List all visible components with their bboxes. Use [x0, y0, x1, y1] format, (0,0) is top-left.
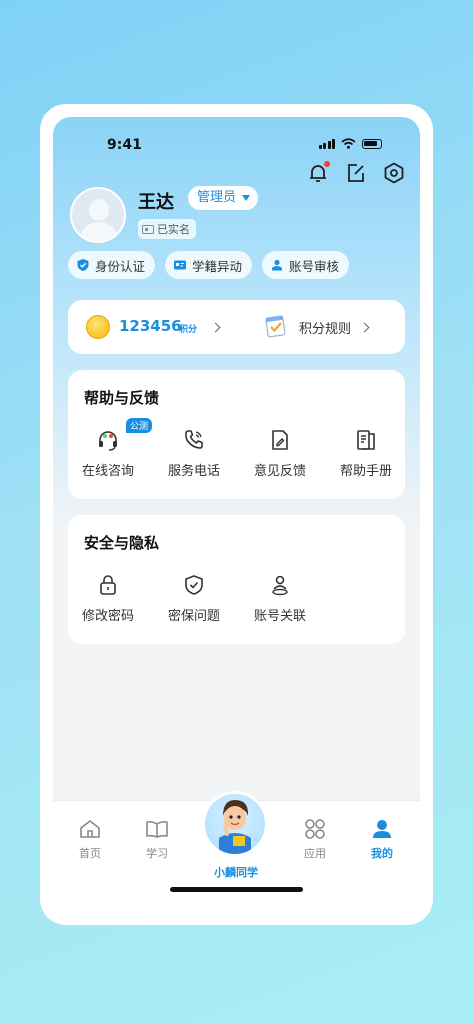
- item-label: 账号关联: [253, 609, 306, 624]
- security-section: 安全与隐私 修改密码 密保问题 账号关联: [68, 515, 405, 644]
- item-label: 密保问题: [167, 609, 220, 624]
- help-section: 帮助与反馈 公测 在线咨询 服务电话 意见反馈 帮助手册: [68, 370, 405, 499]
- home-icon: [78, 817, 102, 841]
- shield-icon: [182, 573, 206, 597]
- calendar-check-icon: [265, 315, 286, 338]
- chip-account-review[interactable]: 账号审核: [262, 251, 350, 279]
- item-label: 服务电话: [167, 464, 220, 479]
- home-indicator: [170, 887, 303, 892]
- mascot-label[interactable]: 小麟同学: [203, 864, 269, 880]
- tab-label: 应用: [304, 847, 326, 860]
- role-label: 管理员: [197, 190, 237, 205]
- user-stamp-icon: [272, 259, 283, 271]
- verified-badge: 已实名: [138, 219, 196, 239]
- battery-icon: [362, 138, 382, 149]
- item-label: 在线咨询: [81, 464, 134, 479]
- help-manual-item[interactable]: 帮助手册: [326, 428, 406, 479]
- avatar[interactable]: [70, 187, 126, 243]
- item-label: 意见反馈: [253, 464, 306, 479]
- settings-icon[interactable]: [382, 161, 406, 185]
- link-user-icon: [268, 573, 292, 597]
- security-title: 安全与隐私: [84, 534, 160, 552]
- mascot-icon: [219, 800, 251, 854]
- top-actions: [306, 161, 406, 185]
- quick-chips: 身份认证 学籍异动 账号审核: [68, 251, 350, 279]
- chip-identity-auth[interactable]: 身份认证: [68, 251, 156, 279]
- tab-label: 首页: [79, 847, 101, 860]
- tab-bar: 首页 学习 小麟同学 应用 我的: [53, 791, 420, 913]
- chip-label: 学籍异动: [192, 258, 243, 274]
- status-time: 9:41: [107, 137, 142, 153]
- edit-icon[interactable]: [344, 161, 368, 185]
- coin-icon: [86, 315, 110, 339]
- points-unit: 积分: [179, 325, 198, 335]
- tab-mine[interactable]: 我的: [362, 817, 402, 861]
- phone-icon: [182, 428, 206, 452]
- user-icon: [370, 817, 394, 841]
- apps-icon: [303, 817, 327, 841]
- chevron-right-icon[interactable]: [359, 322, 370, 333]
- bell-icon[interactable]: [306, 161, 330, 185]
- item-label: 帮助手册: [339, 464, 392, 479]
- feedback-item[interactable]: 意见反馈: [240, 428, 320, 479]
- tab-apps[interactable]: 应用: [295, 817, 335, 861]
- points-rules-link[interactable]: 积分规则: [299, 318, 351, 337]
- shield-check-icon: [77, 259, 89, 271]
- account-link-item[interactable]: 账号关联: [240, 573, 320, 624]
- change-password-item[interactable]: 修改密码: [68, 573, 148, 624]
- app-screen: 9:41 王达 管理员 已实名 身份认证 学籍异动 账号审核 123456 积分…: [53, 117, 420, 913]
- headset-icon: 公测: [96, 418, 153, 452]
- tab-label: 学习: [146, 847, 168, 860]
- tab-study[interactable]: 学习: [137, 817, 177, 861]
- security-question-item[interactable]: 密保问题: [154, 573, 234, 624]
- help-title: 帮助与反馈: [84, 389, 160, 407]
- tab-home[interactable]: 首页: [70, 817, 110, 861]
- signal-icon: [318, 138, 335, 149]
- wifi-icon: [341, 138, 356, 149]
- points-card: 123456 积分 积分规则: [68, 300, 405, 354]
- manual-icon: [354, 428, 378, 452]
- item-label: 修改密码: [81, 609, 134, 624]
- role-selector[interactable]: 管理员: [188, 186, 259, 210]
- status-icons: [318, 138, 382, 149]
- notification-dot: [324, 161, 330, 167]
- chip-label: 身份认证: [95, 258, 146, 274]
- tab-mascot[interactable]: [202, 791, 268, 857]
- verified-label: 已实名: [157, 223, 190, 236]
- chip-label: 账号审核: [289, 258, 340, 274]
- beta-tag: 公测: [126, 418, 153, 433]
- points-value[interactable]: 123456: [119, 317, 182, 335]
- lock-icon: [96, 573, 120, 597]
- id-card-icon: [142, 224, 154, 234]
- chevron-right-icon[interactable]: [210, 322, 221, 333]
- feedback-icon: [268, 428, 292, 452]
- user-name: 王达: [138, 192, 174, 213]
- service-phone-item[interactable]: 服务电话: [154, 428, 234, 479]
- tab-label: 我的: [371, 847, 393, 860]
- caret-down-icon: [242, 195, 251, 201]
- book-icon: [145, 817, 169, 841]
- online-consult-item[interactable]: 公测 在线咨询: [68, 418, 153, 479]
- id-card-icon: [174, 260, 187, 270]
- chip-status-change[interactable]: 学籍异动: [165, 251, 253, 279]
